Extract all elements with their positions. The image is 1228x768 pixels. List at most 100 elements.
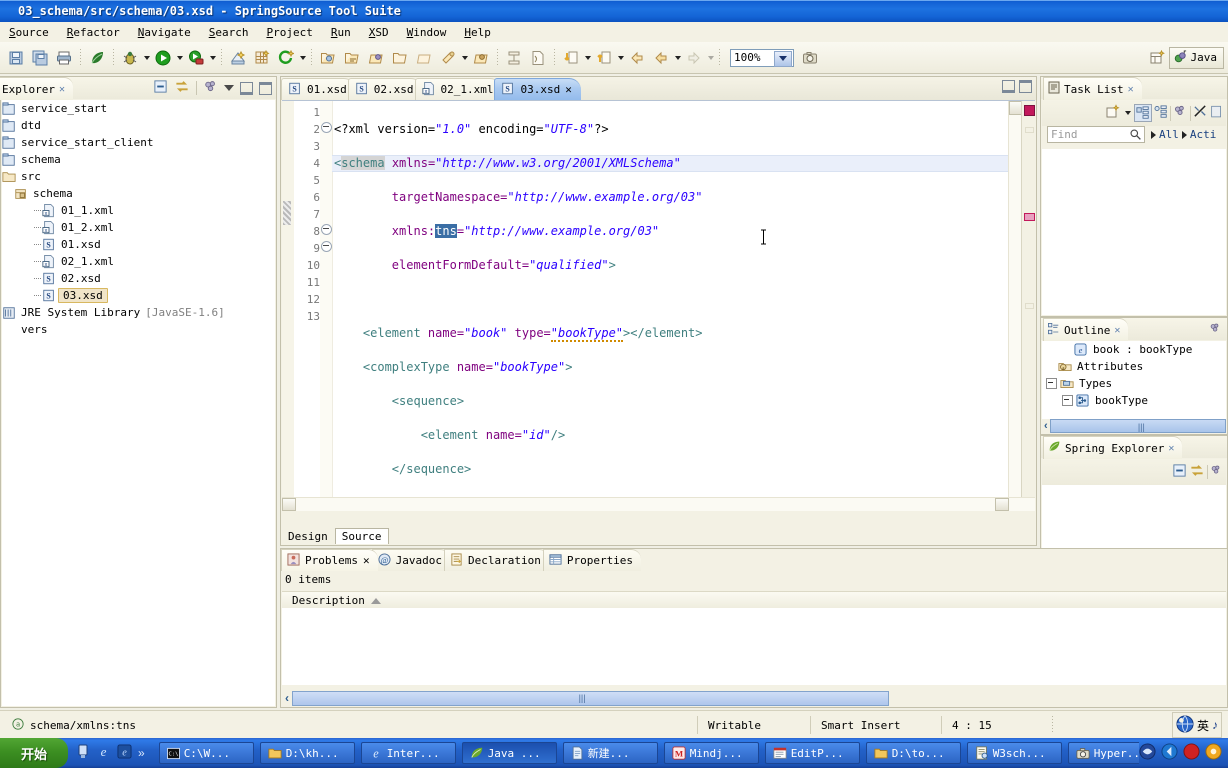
collapse-toggle-icon[interactable] bbox=[1046, 378, 1057, 389]
problems-tab-properties[interactable]: Properties bbox=[542, 549, 642, 571]
open-bookmark-icon[interactable] bbox=[412, 46, 436, 70]
link-with-editor-icon[interactable] bbox=[174, 79, 190, 97]
taskbar-item-dkh[interactable]: D:\kh... bbox=[259, 742, 355, 764]
menu-project[interactable]: Project bbox=[257, 24, 321, 41]
filter-arrow-icon[interactable] bbox=[1181, 130, 1187, 139]
source-editor[interactable]: 1 2 3 4 5 6 7 8 9 10 11 12 13 <?xml version="1.0" en… bbox=[282, 100, 1035, 544]
editor-overview-ruler[interactable] bbox=[1021, 101, 1035, 511]
close-icon[interactable]: ✕ bbox=[565, 83, 572, 96]
collapse-all-icon[interactable] bbox=[153, 79, 168, 97]
save-icon[interactable] bbox=[4, 46, 28, 70]
code-content[interactable]: <?xml version="1.0" encoding="UTF-8"?> <… bbox=[334, 104, 1009, 544]
show-desktop-icon[interactable] bbox=[76, 744, 90, 763]
minimize-icon[interactable] bbox=[1002, 80, 1015, 93]
taskbar-item-mindj[interactable]: M Mindj... bbox=[663, 742, 759, 764]
editor-horizontal-scrollbar[interactable] bbox=[282, 497, 1035, 511]
tray-media-icon[interactable] bbox=[1161, 743, 1178, 763]
tree-item-01-2-xml[interactable]: x 01_2.xml bbox=[2, 219, 275, 236]
maximize-icon[interactable] bbox=[259, 81, 272, 95]
explorer-tree[interactable]: service_start dtd service_start_client sche… bbox=[2, 100, 275, 706]
close-icon[interactable]: ✕ bbox=[59, 84, 65, 95]
tree-item-service-start[interactable]: service_start bbox=[2, 100, 275, 117]
outline-tree[interactable]: e book : bookType a Attributes Types bookType bbox=[1042, 341, 1226, 419]
tab-explorer[interactable]: Explorer ✕ bbox=[0, 77, 74, 100]
tree-item-schema[interactable]: schema bbox=[2, 185, 275, 202]
taskbar-item-java[interactable]: Java ... bbox=[461, 742, 557, 764]
outline-structure-icon[interactable] bbox=[502, 46, 526, 70]
editor-tab-03-xsd[interactable]: S 03.xsd ✕ bbox=[494, 78, 581, 100]
new-config-icon[interactable] bbox=[274, 46, 298, 70]
editor-mode-tab-design[interactable]: Design bbox=[282, 529, 334, 544]
tree-item-jre-system-library[interactable]: JRE System Library [JavaSE-1.6] bbox=[2, 304, 275, 321]
view-menu-icon[interactable] bbox=[1209, 322, 1222, 338]
close-icon[interactable]: ✕ bbox=[1168, 443, 1174, 454]
tree-item-01-xsd[interactable]: S 01.xsd bbox=[2, 236, 275, 253]
problems-tab-declaration[interactable]: Declaration bbox=[443, 549, 549, 571]
view-menu-icon[interactable] bbox=[1210, 464, 1223, 480]
problems-horizontal-scrollbar[interactable]: ‹ ||| bbox=[282, 690, 1226, 706]
prev-marker-icon[interactable] bbox=[592, 46, 616, 70]
tree-item-02-xsd[interactable]: S 02.xsd bbox=[2, 270, 275, 287]
outline-item-types[interactable]: Types bbox=[1042, 375, 1226, 392]
capture-icon[interactable] bbox=[798, 46, 822, 70]
debug-dropdown-icon[interactable] bbox=[142, 46, 151, 70]
tray-record-icon[interactable] bbox=[1183, 743, 1200, 763]
new-config-dropdown-icon[interactable] bbox=[298, 46, 307, 70]
close-icon[interactable]: ✕ bbox=[1114, 325, 1120, 336]
taskbar-item-cw[interactable]: C:\ C:\W... bbox=[158, 742, 254, 764]
editor-tab-01-xsd[interactable]: S 01.xsd bbox=[281, 78, 356, 100]
prev-marker-dropdown-icon[interactable] bbox=[616, 46, 625, 70]
tree-item-src[interactable]: src bbox=[2, 168, 275, 185]
next-marker-dropdown-icon[interactable] bbox=[583, 46, 592, 70]
taskbar-item-editp[interactable]: EditP... bbox=[764, 742, 860, 764]
new-task-icon[interactable] bbox=[1105, 103, 1121, 123]
last-edit-icon[interactable] bbox=[469, 46, 493, 70]
ime-note-icon[interactable]: ♪ bbox=[1212, 718, 1218, 732]
open-folder-icon[interactable] bbox=[388, 46, 412, 70]
scroll-left-icon[interactable]: ‹ bbox=[1042, 420, 1050, 432]
sts-leaf-icon[interactable] bbox=[85, 46, 109, 70]
sort-ascending-icon[interactable] bbox=[370, 597, 381, 604]
tree-item-schema[interactable]: schema bbox=[2, 151, 275, 168]
outline-horizontal-scrollbar[interactable]: ‹ ||| bbox=[1042, 419, 1226, 433]
close-icon[interactable]: ✕ bbox=[1128, 84, 1134, 95]
chevron-down-icon[interactable] bbox=[774, 50, 792, 67]
maximize-icon[interactable] bbox=[1019, 80, 1032, 93]
print-icon[interactable] bbox=[52, 46, 76, 70]
editor-vertical-scrollbar[interactable] bbox=[1008, 101, 1022, 511]
error-marker[interactable] bbox=[1024, 105, 1035, 116]
taskbar-item-新建[interactable]: 新建... bbox=[562, 742, 658, 764]
task-filter-acti[interactable]: Acti bbox=[1190, 128, 1217, 141]
problems-list-body[interactable] bbox=[282, 608, 1226, 685]
filter-arrow-icon[interactable] bbox=[1151, 130, 1156, 139]
categorized-presentation-icon[interactable] bbox=[1134, 104, 1152, 122]
quicklaunch-overflow-icon[interactable]: » bbox=[138, 746, 145, 760]
open-type-icon[interactable] bbox=[316, 46, 340, 70]
view-menu-icon[interactable] bbox=[1210, 105, 1223, 122]
view-menu-icon[interactable] bbox=[203, 79, 218, 97]
open-perspective-icon[interactable] bbox=[1145, 46, 1169, 70]
run-external-icon[interactable] bbox=[184, 46, 208, 70]
run-external-dropdown-icon[interactable] bbox=[208, 46, 217, 70]
ie-icon[interactable]: e bbox=[96, 744, 111, 762]
search-dropdown-icon[interactable] bbox=[460, 46, 469, 70]
minimize-icon[interactable] bbox=[240, 81, 253, 95]
link-with-editor-icon[interactable] bbox=[1189, 463, 1205, 481]
outline-item-book---booktype[interactable]: e book : bookType bbox=[1042, 341, 1226, 358]
tree-item-03-xsd[interactable]: S 03.xsd bbox=[2, 287, 275, 304]
back-history-icon[interactable] bbox=[625, 46, 649, 70]
tree-item-dtd[interactable]: dtd bbox=[2, 117, 275, 134]
task-filter-bar[interactable]: All Acti bbox=[1151, 126, 1216, 143]
tab-spring-explorer[interactable]: Spring Explorer ✕ bbox=[1043, 436, 1183, 459]
menu-help[interactable]: Help bbox=[455, 24, 500, 41]
scheduled-presentation-icon[interactable] bbox=[1154, 104, 1168, 122]
run-dropdown-icon[interactable] bbox=[175, 46, 184, 70]
problems-tab-javadoc[interactable]: @ Javadoc bbox=[371, 549, 450, 571]
next-marker-icon[interactable] bbox=[559, 46, 583, 70]
tray-app-icon[interactable] bbox=[1205, 743, 1222, 763]
zoom-level-select[interactable]: 100% bbox=[730, 48, 794, 67]
editor-mode-tab-source[interactable]: Source bbox=[334, 528, 389, 544]
taskbar-item-w3sch[interactable]: W3sch... bbox=[966, 742, 1062, 764]
warning-marker[interactable] bbox=[1024, 213, 1035, 221]
tree-item-service-start-client[interactable]: service_start_client bbox=[2, 134, 275, 151]
